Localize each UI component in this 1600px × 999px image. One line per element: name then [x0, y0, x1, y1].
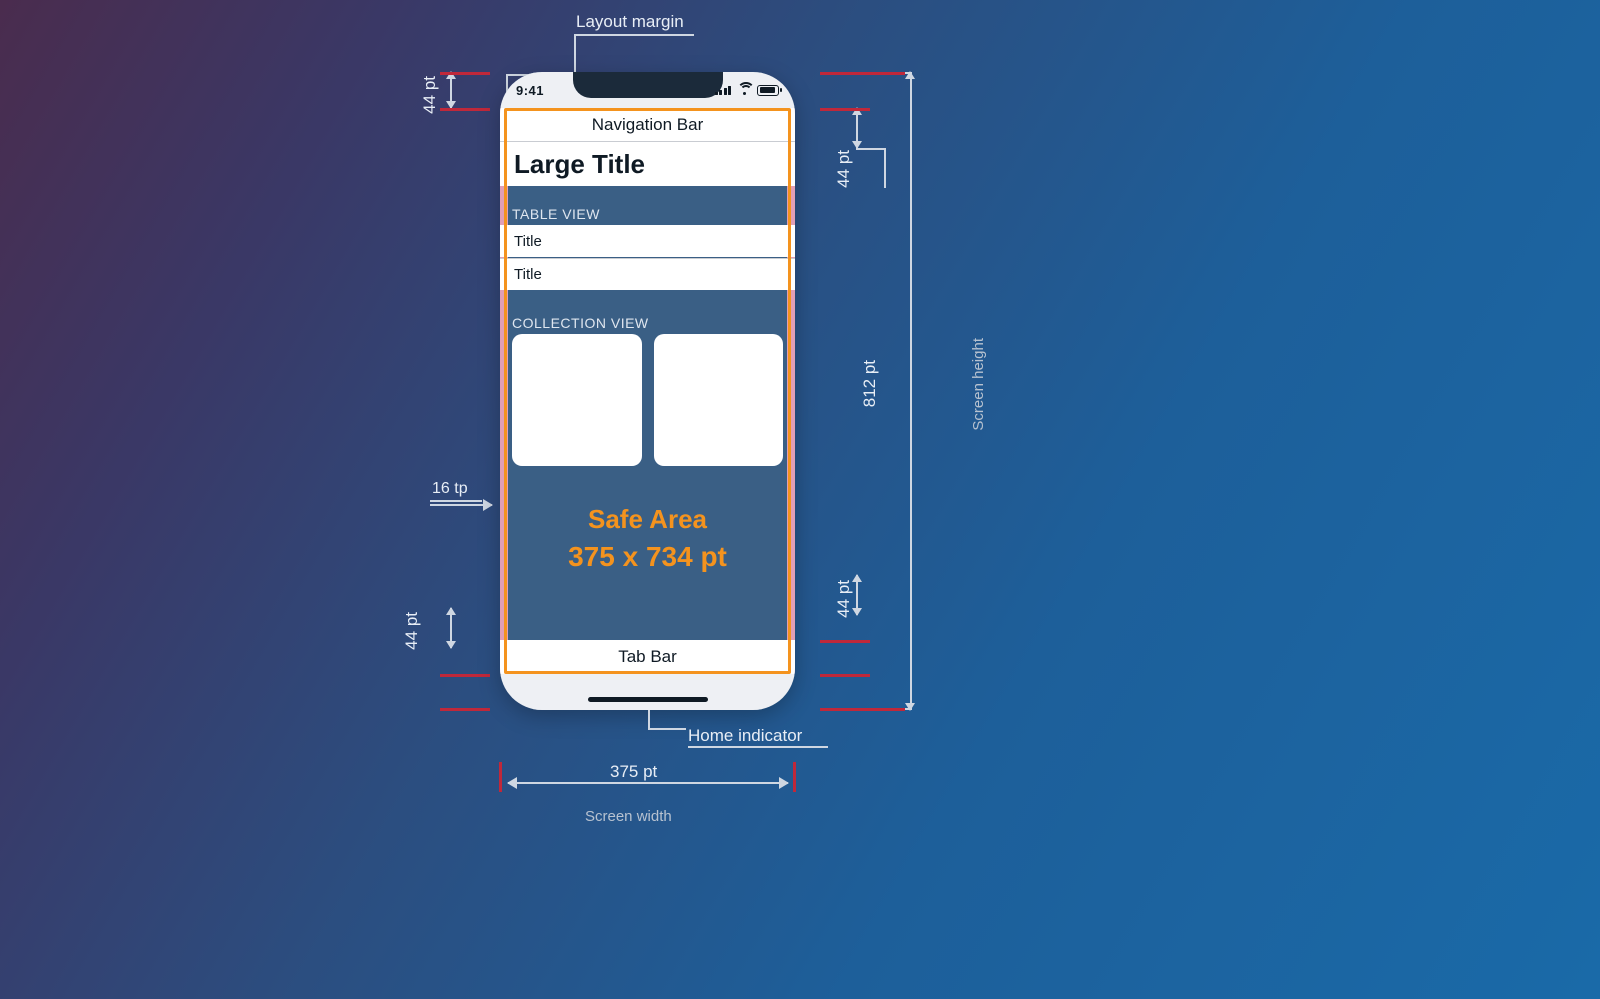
dim-layout-margin-underline	[430, 500, 482, 502]
status-indicators	[715, 85, 780, 96]
safe-area-caption: Safe Area 375 x 734 pt	[500, 504, 795, 573]
safe-area-caption-line2: 375 x 734 pt	[500, 541, 795, 573]
dim-tabbar-44-label: 44 pt	[834, 580, 854, 618]
red-tick-tr-2	[820, 108, 870, 111]
tab-bar: Tab Bar	[500, 640, 795, 674]
safe-area-caption-line1: Safe Area	[500, 504, 795, 535]
callout-layout-margin-label: Layout margin	[576, 12, 684, 31]
tab-bar-label: Tab Bar	[618, 647, 677, 667]
red-tick-tl-2	[440, 108, 490, 111]
collection-view	[512, 334, 783, 466]
red-tick-width-r	[793, 762, 796, 792]
table-cell-2-label: Title	[514, 266, 542, 283]
large-title-label: Large Title	[514, 149, 645, 180]
wifi-icon	[737, 85, 751, 95]
red-tick-br-3	[820, 708, 905, 711]
table-cell-1-label: Title	[514, 233, 542, 250]
red-tick-br-2	[820, 674, 870, 677]
callout-home-indicator: Home indicator	[688, 726, 802, 746]
home-indicator	[588, 697, 708, 702]
red-tick-tr-1	[820, 72, 905, 75]
dim-screen-height-value: 812 pt	[860, 360, 880, 407]
home-indicator-area	[500, 674, 795, 710]
navigation-bar-label: Navigation Bar	[592, 115, 704, 135]
collection-card	[654, 334, 784, 466]
red-tick-width-l	[499, 762, 502, 792]
red-tick-bl-2	[440, 708, 490, 711]
cellular-icon	[715, 85, 732, 95]
collection-card	[512, 334, 642, 466]
dim-layout-margin-label: 16 tp	[432, 480, 468, 498]
dim-screen-width-line	[508, 782, 788, 784]
label-screen-width: Screen width	[585, 808, 672, 825]
layout-margin-left	[500, 108, 508, 674]
navigation-bar: Navigation Bar	[500, 108, 795, 142]
dim-screen-width-value: 375 pt	[610, 762, 657, 782]
red-tick-br-1	[820, 640, 870, 643]
battery-icon	[757, 85, 779, 96]
collection-view-heading: COLLECTION VIEW	[512, 315, 649, 331]
status-bar: 9:41	[500, 72, 795, 108]
dim-screen-height-line	[910, 72, 912, 710]
diagram-stage: Layout margin 812 pt Screen height 44 pt…	[0, 0, 1600, 999]
callout-layout-margin: Layout margin	[576, 12, 684, 32]
layout-margin-right	[787, 108, 795, 674]
red-tick-tl-1	[440, 72, 490, 75]
dim-bottominset-44-label: 44 pt	[402, 612, 422, 650]
dim-layout-margin-arrow	[430, 504, 492, 506]
red-tick-bl-1	[440, 674, 490, 677]
table-row: Title	[500, 225, 795, 257]
label-screen-height: Screen height	[970, 338, 987, 431]
callout-home-indicator-underline	[688, 746, 828, 748]
dim-navbar-44-label: 44 pt	[834, 150, 854, 188]
status-time: 9:41	[516, 83, 544, 98]
dim-statusbar-44-label: 44 pt	[420, 76, 440, 114]
callout-home-indicator-label: Home indicator	[688, 726, 802, 745]
table-view-heading: TABLE VIEW	[512, 206, 600, 222]
phone-frame: 9:41 Navigation Bar Large Title TABLE VI…	[500, 72, 795, 710]
large-title-bar: Large Title	[500, 142, 795, 186]
table-row: Title	[500, 258, 795, 290]
